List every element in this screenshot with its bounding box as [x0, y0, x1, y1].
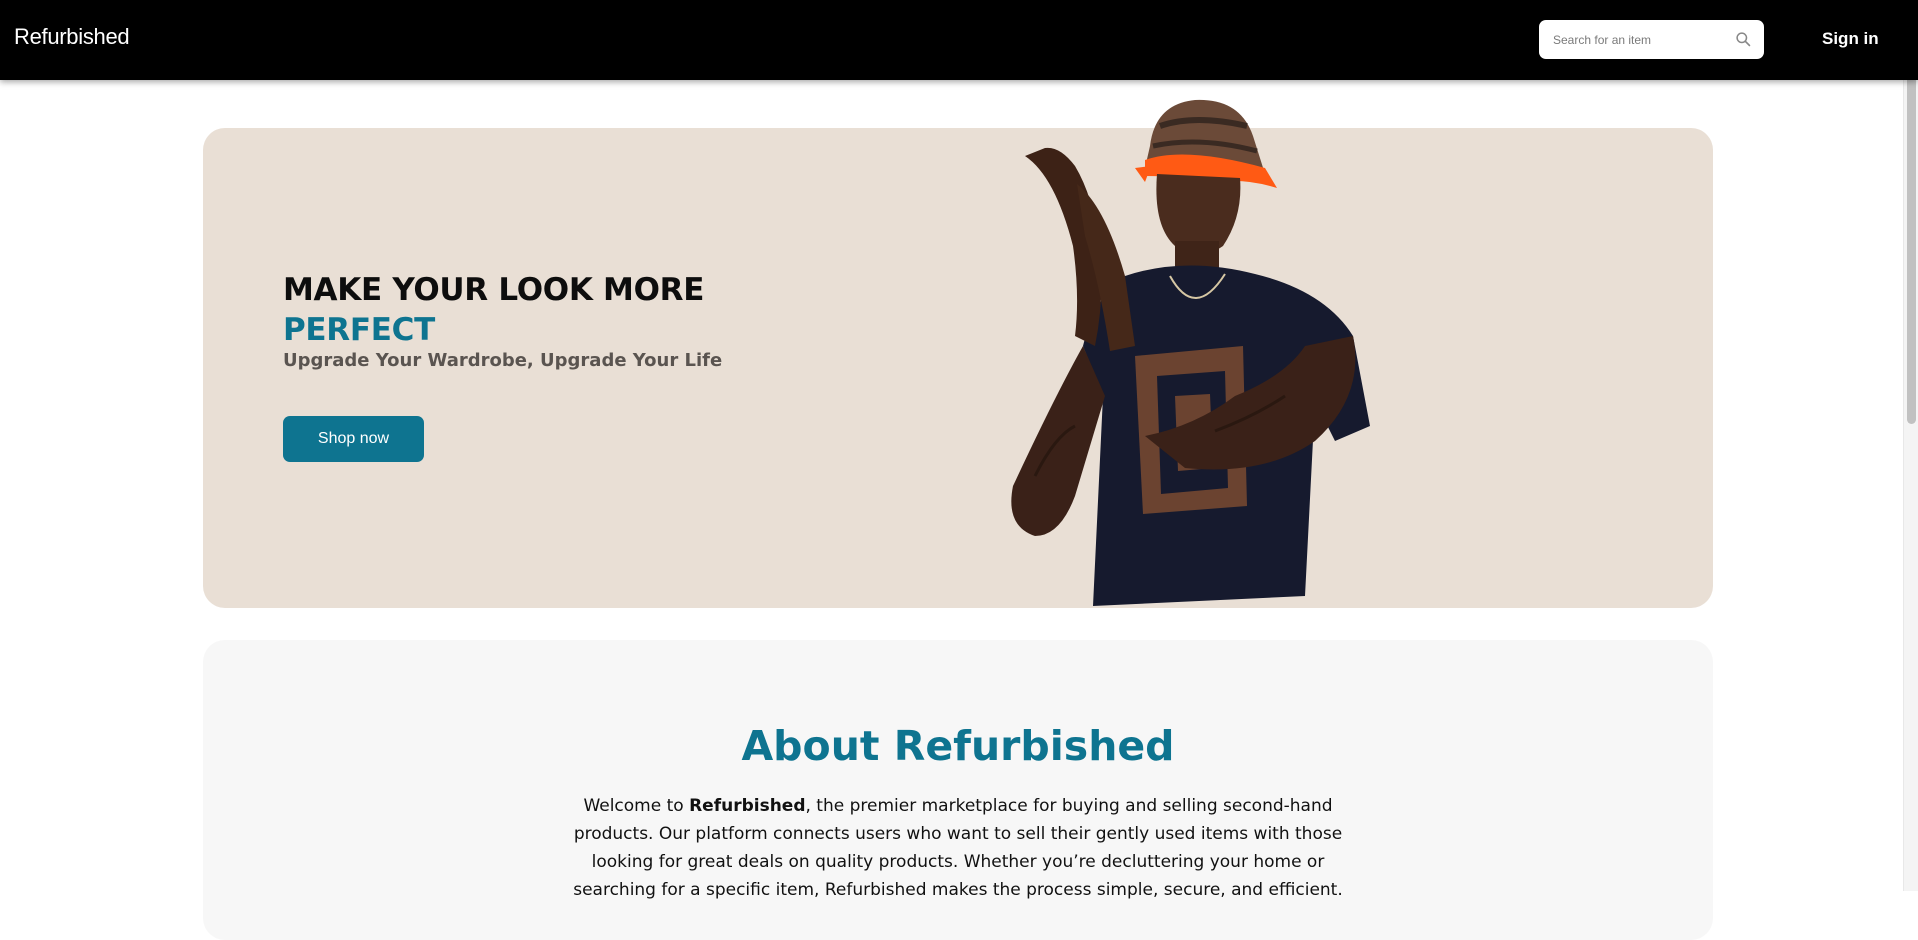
shop-now-button[interactable]: Shop now [283, 416, 424, 462]
search-box[interactable] [1539, 20, 1764, 59]
search-icon[interactable] [1735, 31, 1752, 48]
search-input[interactable] [1551, 28, 1726, 52]
about-text: Welcome to Refurbished, the premier mark… [573, 792, 1343, 904]
about-section: About Refurbished Welcome to Refurbished… [203, 640, 1713, 940]
page-scrollbar[interactable] [1903, 0, 1918, 891]
hero-subtitle: Upgrade Your Wardrobe, Upgrade Your Life [283, 350, 723, 371]
hero-title-line1: MAKE YOUR LOOK MORE [283, 272, 705, 308]
hero-banner: MAKE YOUR LOOK MORE PERFECT Upgrade Your… [203, 128, 1713, 608]
signin-link[interactable]: Sign in [1822, 29, 1879, 49]
top-navbar: Refurbished Sign in [0, 0, 1918, 80]
hero-title-accent: PERFECT [283, 312, 435, 348]
hero-model-image [1011, 99, 1370, 606]
about-text-brand: Refurbished [689, 796, 806, 816]
about-text-intro: Welcome to [583, 796, 690, 816]
about-title: About Refurbished [741, 722, 1175, 770]
hero-title: MAKE YOUR LOOK MORE PERFECT [283, 270, 704, 350]
brand-logo[interactable]: Refurbished [14, 24, 130, 50]
